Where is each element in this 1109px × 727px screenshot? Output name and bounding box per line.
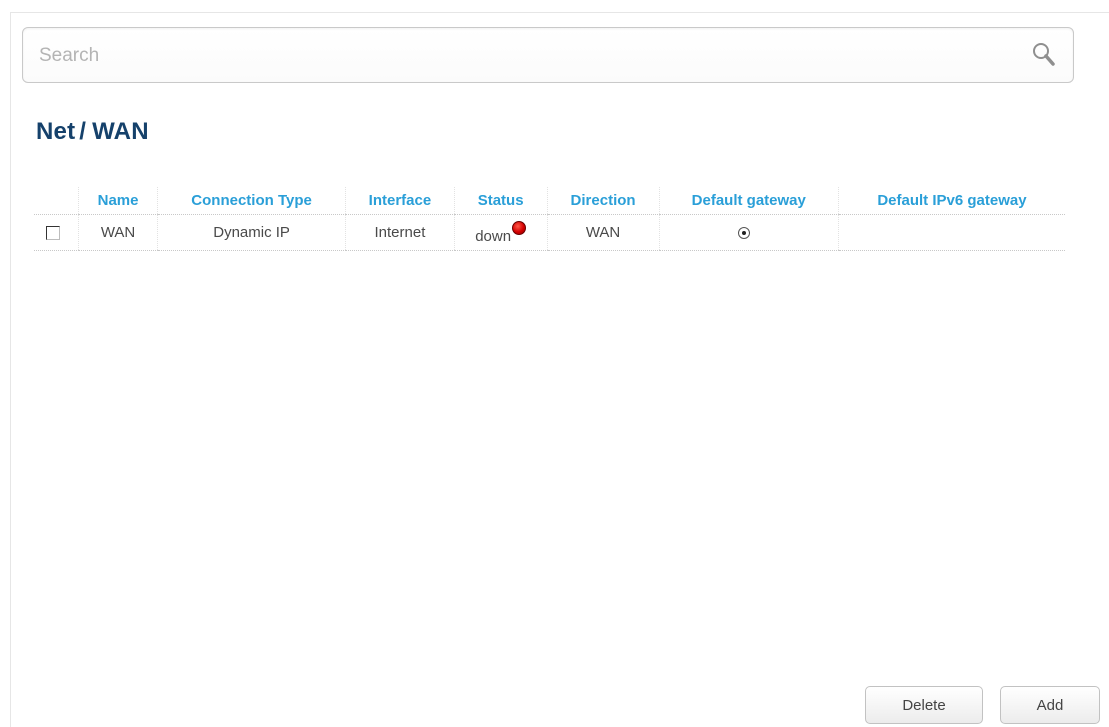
status-text: down — [475, 227, 512, 245]
page-title: Net / WAN — [36, 118, 149, 146]
row-select-checkbox[interactable] — [46, 226, 60, 241]
table-row[interactable]: WAN Dynamic IP Internet down WAN — [34, 214, 1065, 251]
cell-connection-type: Dynamic IP — [157, 214, 346, 251]
cell-interface: Internet — [345, 214, 455, 251]
column-header-interface[interactable]: Interface — [345, 187, 455, 215]
column-header-default-ipv6-gateway[interactable]: Default IPv6 gateway — [837, 187, 1065, 215]
column-header-default-gateway[interactable]: Default gateway — [658, 187, 839, 215]
status-down-icon — [512, 220, 527, 235]
cell-name: WAN — [77, 214, 158, 251]
breadcrumb-section: Net — [36, 118, 76, 145]
column-header-name[interactable]: Name — [77, 187, 158, 215]
default-gateway-radio[interactable] — [737, 227, 750, 240]
cell-direction: WAN — [546, 214, 660, 251]
add-button[interactable]: Add — [1000, 686, 1100, 724]
table-header-row: Name Connection Type Interface Status Di… — [34, 187, 1065, 215]
main-panel — [10, 12, 1109, 727]
breadcrumb-separator: / — [79, 118, 87, 145]
delete-button[interactable]: Delete — [865, 686, 983, 724]
cell-status: down — [453, 214, 548, 251]
column-header-direction[interactable]: Direction — [546, 187, 660, 215]
select-column-header — [34, 187, 79, 215]
search-icon[interactable] — [1029, 40, 1059, 70]
connections-table: Name Connection Type Interface Status Di… — [34, 187, 1065, 251]
breadcrumb-page: WAN — [92, 118, 149, 145]
cell-default-ipv6-gateway — [837, 214, 1065, 251]
row-select-cell — [34, 214, 79, 251]
column-header-connection-type[interactable]: Connection Type — [157, 187, 346, 215]
column-header-status[interactable]: Status — [453, 187, 548, 215]
cell-default-gateway — [658, 214, 839, 251]
search-input[interactable] — [37, 38, 1001, 74]
search-box — [22, 27, 1074, 83]
